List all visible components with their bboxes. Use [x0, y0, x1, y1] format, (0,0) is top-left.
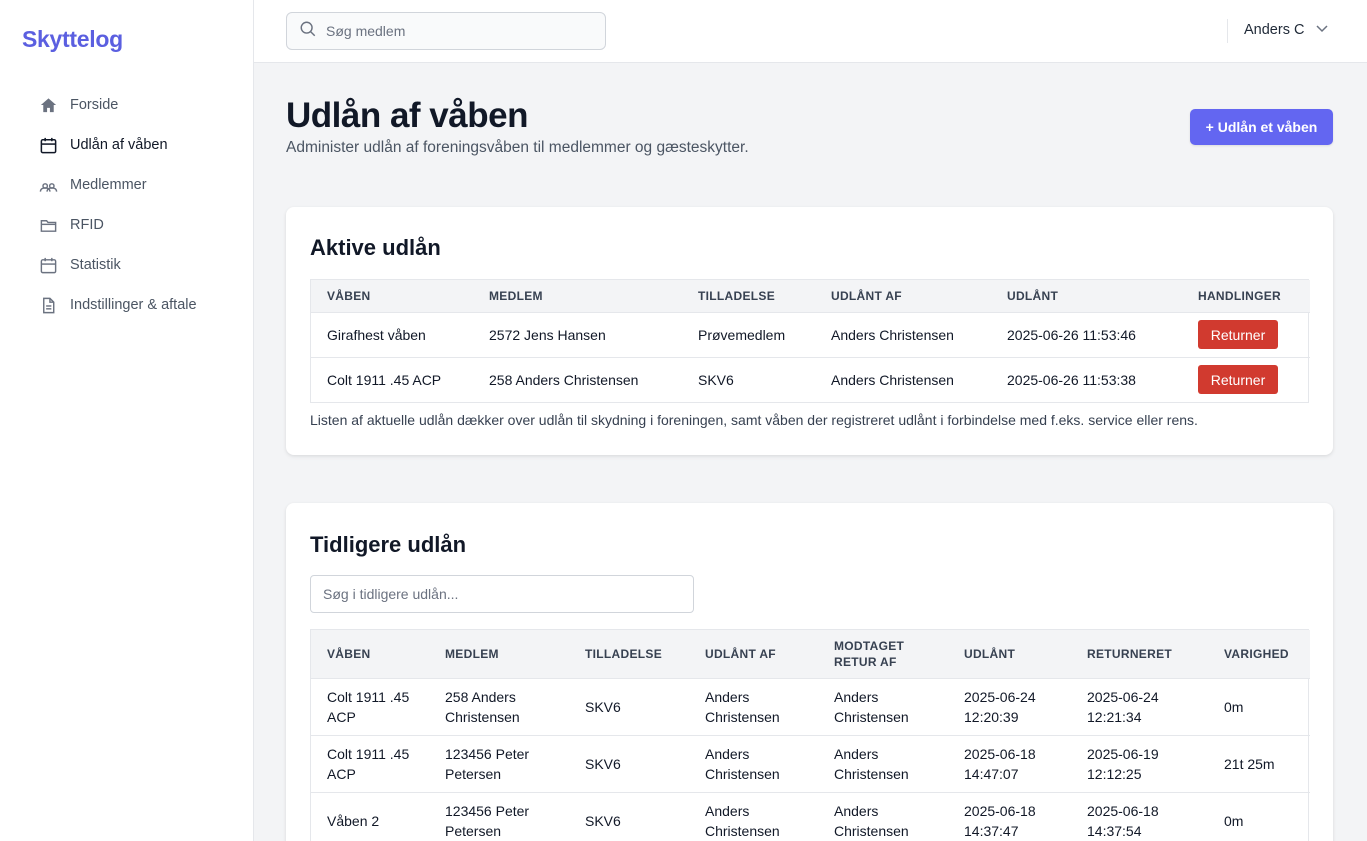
- column-header: MODTAGET RETUR AF: [818, 630, 948, 678]
- cell-lent-by: Anders Christensen: [815, 311, 991, 357]
- cell-received-by: Anders Christensen: [818, 791, 948, 841]
- table-row: Colt 1911 .45 ACP 258 Anders Christensen…: [311, 356, 1310, 402]
- sidebar-item-forside[interactable]: Forside: [38, 85, 238, 125]
- table-row: Våben 2 123456 Peter Petersen SKV6 Ander…: [311, 791, 1310, 841]
- cell-weapon: Colt 1911 .45 ACP: [311, 677, 429, 735]
- cell-weapon: Colt 1911 .45 ACP: [311, 734, 429, 792]
- home-icon: [38, 95, 58, 115]
- cell-permit: Prøvemedlem: [682, 311, 815, 357]
- cell-duration: 0m: [1208, 791, 1310, 841]
- cell-duration: 21t 25m: [1208, 734, 1310, 792]
- sidebar-item-label: Medlemmer: [70, 177, 147, 193]
- active-loans-note: Listen af aktuelle udlån dækker over udl…: [310, 412, 1198, 428]
- sidebar-item-label: Forside: [70, 97, 119, 113]
- cell-returned: 2025-06-18 14:37:54: [1071, 791, 1208, 841]
- previous-loans-card: Tidligere udlån VÅBEN MEDLEM TILLADELSE …: [286, 503, 1333, 841]
- cell-permit: SKV6: [569, 734, 689, 792]
- page-subtitle: Administer udlån af foreningsvåben til m…: [286, 139, 749, 156]
- cell-member: 258 Anders Christensen: [473, 356, 682, 402]
- document-icon: [38, 295, 58, 315]
- new-loan-button[interactable]: + Udlån et våben: [1190, 109, 1333, 145]
- cell-lent: 2025-06-26 11:53:38: [991, 356, 1182, 402]
- cell-weapon: Girafhest våben: [311, 311, 473, 357]
- previous-loans-search-input[interactable]: [310, 575, 694, 613]
- cell-actions: Returner: [1182, 356, 1310, 402]
- table-row: Colt 1911 .45 ACP 258 Anders Christensen…: [311, 677, 1310, 735]
- cell-weapon: Våben 2: [311, 791, 429, 841]
- column-header: VARIGHED: [1208, 630, 1310, 678]
- column-header: UDLÅNT AF: [815, 280, 991, 312]
- table-row: Colt 1911 .45 ACP 123456 Peter Petersen …: [311, 734, 1310, 792]
- sidebar-item-label: Udlån af våben: [70, 137, 168, 153]
- page-title: Udlån af våben: [286, 96, 528, 135]
- member-search[interactable]: [286, 12, 606, 50]
- members-icon: [38, 175, 58, 195]
- column-header: VÅBEN: [311, 280, 473, 312]
- cell-received-by: Anders Christensen: [818, 677, 948, 735]
- calendar-icon: [38, 135, 58, 155]
- column-header: MEDLEM: [429, 630, 569, 678]
- cell-duration: 0m: [1208, 677, 1310, 735]
- user-name: Anders C: [1244, 22, 1305, 38]
- return-button[interactable]: Returner: [1198, 365, 1278, 395]
- user-menu[interactable]: Anders C: [1244, 20, 1330, 40]
- column-header: TILLADELSE: [682, 280, 815, 312]
- cell-lent-by: Anders Christensen: [689, 677, 818, 735]
- previous-loans-title: Tidligere udlån: [310, 532, 467, 557]
- sidebar-item-label: Indstillinger & aftale: [70, 297, 197, 313]
- cell-weapon: Colt 1911 .45 ACP: [311, 356, 473, 402]
- return-button[interactable]: Returner: [1198, 320, 1278, 349]
- active-loans-card: Aktive udlån VÅBEN MEDLEM TILLADELSE UDL…: [286, 207, 1333, 455]
- cell-lent-by: Anders Christensen: [689, 791, 818, 841]
- table-header-row: VÅBEN MEDLEM TILLADELSE UDLÅNT AF UDLÅNT…: [311, 280, 1310, 312]
- table-header-row: VÅBEN MEDLEM TILLADELSE UDLÅNT AF MODTAG…: [311, 630, 1310, 678]
- sidebar-item-label: RFID: [70, 217, 104, 233]
- column-header: RETURNERET: [1071, 630, 1208, 678]
- folder-icon: [38, 215, 58, 235]
- active-loans-table: VÅBEN MEDLEM TILLADELSE UDLÅNT AF UDLÅNT…: [310, 279, 1310, 403]
- cell-member: 123456 Peter Petersen: [429, 791, 569, 841]
- cell-member: 123456 Peter Petersen: [429, 734, 569, 792]
- cell-member: 2572 Jens Hansen: [473, 311, 682, 357]
- cell-member: 258 Anders Christensen: [429, 677, 569, 735]
- divider: [1227, 19, 1228, 43]
- cell-received-by: Anders Christensen: [818, 734, 948, 792]
- table-row: Girafhest våben 2572 Jens Hansen Prøveme…: [311, 311, 1310, 357]
- topbar: Anders C: [254, 0, 1367, 63]
- cell-lent: 2025-06-18 14:37:47: [948, 791, 1071, 841]
- sidebar-nav: Forside Udlån af våben Medlemmer RFID St…: [38, 85, 238, 325]
- active-loans-title: Aktive udlån: [310, 235, 441, 260]
- sidebar-item-medlemmer[interactable]: Medlemmer: [38, 165, 238, 205]
- cell-returned: 2025-06-24 12:21:34: [1071, 677, 1208, 735]
- column-header: MEDLEM: [473, 280, 682, 312]
- sidebar-item-label: Statistik: [70, 257, 121, 273]
- sidebar-item-statistik[interactable]: Statistik: [38, 245, 238, 285]
- sidebar-item-udlan[interactable]: Udlån af våben: [38, 125, 238, 165]
- sidebar-item-rfid[interactable]: RFID: [38, 205, 238, 245]
- column-header: VÅBEN: [311, 630, 429, 678]
- cell-actions: Returner: [1182, 311, 1310, 357]
- cell-lent: 2025-06-18 14:47:07: [948, 734, 1071, 792]
- cell-lent-by: Anders Christensen: [689, 734, 818, 792]
- column-header: UDLÅNT: [991, 280, 1182, 312]
- chevron-down-icon: [1304, 20, 1330, 40]
- search-icon: [299, 20, 326, 43]
- cell-returned: 2025-06-19 12:12:25: [1071, 734, 1208, 792]
- cell-permit: SKV6: [682, 356, 815, 402]
- calendar-icon: [38, 255, 58, 275]
- column-header: UDLÅNT AF: [689, 630, 818, 678]
- sidebar-item-indstillinger[interactable]: Indstillinger & aftale: [38, 285, 238, 325]
- app-logo[interactable]: Skyttelog: [22, 26, 123, 53]
- sidebar: Skyttelog Forside Udlån af våben Medlemm…: [0, 0, 254, 841]
- cell-lent: 2025-06-26 11:53:46: [991, 311, 1182, 357]
- column-header: TILLADELSE: [569, 630, 689, 678]
- column-header: UDLÅNT: [948, 630, 1071, 678]
- member-search-input[interactable]: [326, 23, 586, 39]
- cell-lent: 2025-06-24 12:20:39: [948, 677, 1071, 735]
- cell-permit: SKV6: [569, 791, 689, 841]
- previous-loans-table: VÅBEN MEDLEM TILLADELSE UDLÅNT AF MODTAG…: [310, 629, 1310, 841]
- cell-lent-by: Anders Christensen: [815, 356, 991, 402]
- cell-permit: SKV6: [569, 677, 689, 735]
- column-header: HANDLINGER: [1182, 280, 1310, 312]
